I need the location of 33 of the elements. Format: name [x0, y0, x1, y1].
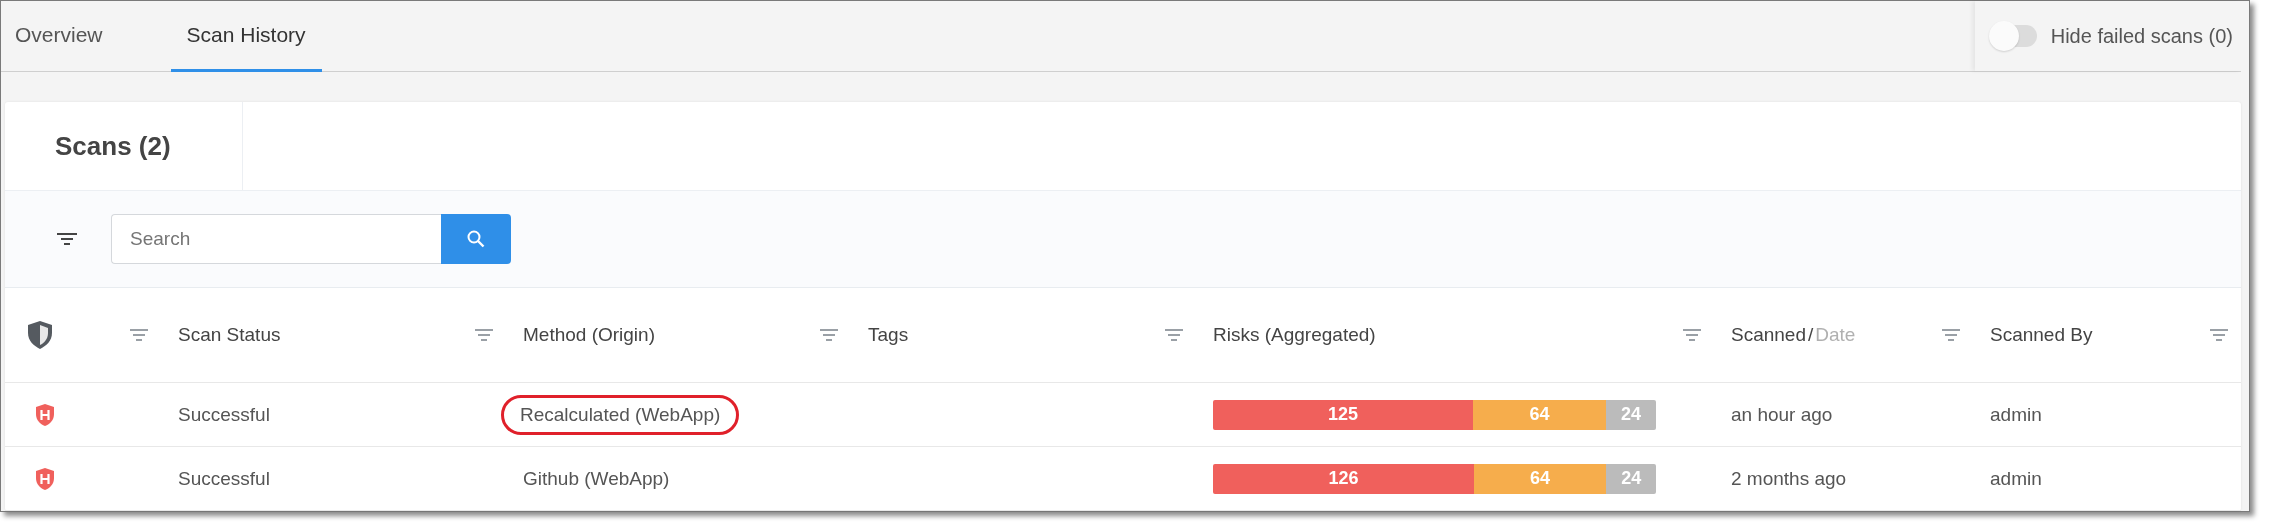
- table-cell: Github (WebApp): [523, 467, 670, 490]
- column-header[interactable]: Tags: [868, 324, 909, 346]
- column-header[interactable]: Risks (Aggregated): [1213, 324, 1376, 346]
- column-header[interactable]: Scan Status: [178, 324, 281, 346]
- risk-segment: 24: [1606, 399, 1656, 430]
- circled-cell-text: Recalculated (WebApp): [501, 394, 740, 435]
- filter-icon[interactable]: [57, 232, 77, 246]
- risk-segment: 125: [1213, 399, 1473, 430]
- risk-segment: 64: [1473, 463, 1607, 494]
- risk-segment: 64: [1472, 399, 1607, 430]
- table-cell-text: admin: [1989, 466, 2043, 491]
- tab[interactable]: Overview: [11, 1, 107, 72]
- table-cell-text: admin: [1989, 402, 2043, 427]
- shield-icon: [27, 320, 53, 350]
- column-header[interactable]: Scanned By: [1990, 324, 2093, 346]
- risk-segment: 24: [1606, 463, 1656, 494]
- table-cell-text: an hour ago: [1730, 402, 1834, 427]
- shield-icon: [35, 402, 55, 427]
- column-header[interactable]: Method (Origin): [523, 324, 655, 346]
- search-icon: [467, 230, 485, 248]
- table-cell-text: Successful: [177, 402, 271, 427]
- slash-separator: /: [1808, 324, 1814, 345]
- toggle-switch[interactable]: [1988, 21, 2037, 51]
- search-button[interactable]: [441, 214, 511, 264]
- toggle-label: Hide failed scans (0): [2050, 24, 2233, 48]
- table-cell-text: 2 months ago: [1730, 466, 1848, 491]
- card-title: Scans (2): [5, 102, 243, 190]
- shield-icon: [35, 466, 55, 491]
- tab[interactable]: Scan History: [170, 1, 322, 72]
- column-header[interactable]: Scanned: [1731, 324, 1806, 345]
- search-field[interactable]: Search: [111, 214, 441, 264]
- risk-segment: 126: [1213, 463, 1474, 494]
- table-cell-text: Successful: [177, 466, 271, 491]
